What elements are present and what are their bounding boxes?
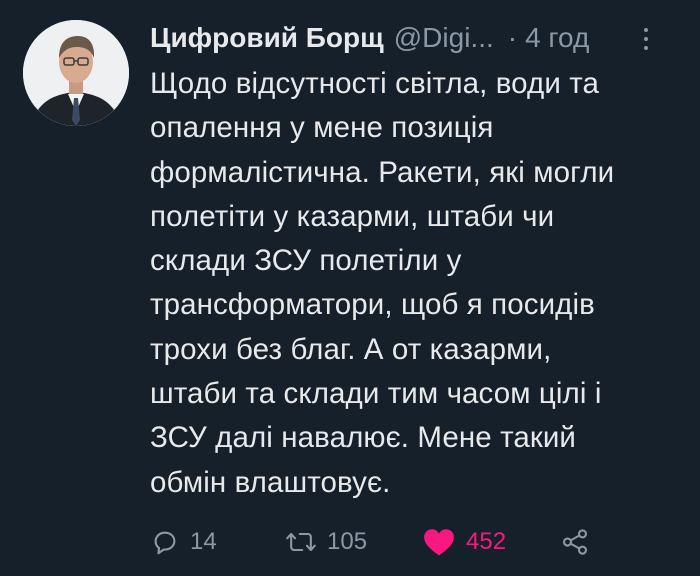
like-button[interactable]: 452 — [422, 520, 506, 564]
tweet-text: Щодо відсутності світла, води та опаленн… — [150, 67, 615, 499]
tweet-actions: 14 105 452 — [150, 520, 690, 564]
user-handle[interactable]: @Digi... — [394, 22, 494, 54]
timestamp[interactable]: 4 год — [525, 22, 589, 54]
share-nodes-icon — [562, 529, 588, 555]
display-name[interactable]: Цифровий Борщ — [150, 22, 384, 54]
separator-dot: · — [507, 22, 518, 53]
reply-count: 14 — [190, 528, 217, 555]
reply-bubble-icon — [154, 531, 176, 555]
retweet-arrows-icon — [286, 532, 316, 552]
avatar[interactable] — [23, 20, 129, 126]
retweet-count: 105 — [327, 528, 368, 555]
reply-button[interactable]: 14 — [150, 520, 217, 564]
retweet-button[interactable]: 105 — [285, 520, 367, 564]
like-count: 452 — [466, 528, 507, 555]
more-vertical-icon[interactable] — [640, 24, 652, 54]
tweet-header: Цифровий Борщ @Digi... · 4 год — [150, 18, 680, 58]
share-button[interactable] — [560, 520, 590, 564]
avatar-image — [23, 20, 129, 126]
heart-filled-icon — [424, 529, 454, 556]
tweet-card: Цифровий Борщ @Digi... · 4 год Щодо відс… — [0, 0, 700, 576]
